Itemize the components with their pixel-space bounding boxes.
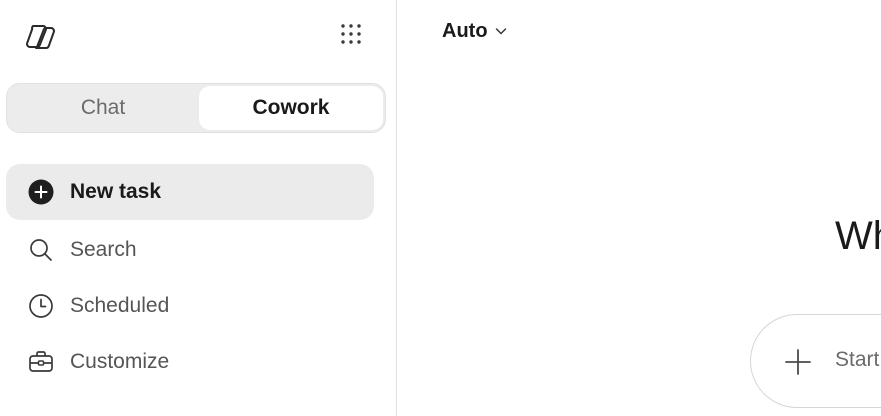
model-selector[interactable]: Auto (442, 16, 508, 46)
new-task-label: New task (70, 180, 162, 203)
app-grid-button[interactable] (336, 19, 370, 53)
sidebar-item-label: Scheduled (70, 294, 170, 317)
plus-circle-icon (27, 178, 55, 206)
sidebar-item-label: Customize (70, 350, 170, 373)
composer-box[interactable]: Start (750, 314, 881, 408)
tab-cowork[interactable]: Cowork (199, 86, 383, 130)
greeting-heading: Wh (835, 214, 881, 258)
sidebar-item-search[interactable]: Search (6, 222, 374, 278)
sidebar-item-label: Search (70, 238, 137, 261)
plus-icon (785, 349, 811, 375)
sidebar: Chat Cowork New task Search Scheduled Cu… (0, 0, 397, 416)
add-attachment-button[interactable] (781, 345, 815, 379)
search-icon (27, 236, 55, 264)
sidebar-item-scheduled[interactable]: Scheduled (6, 278, 374, 334)
model-selector-label: Auto (442, 19, 488, 42)
app-window: Chat Cowork New task Search Scheduled Cu… (0, 0, 881, 416)
main-panel: Auto Wh Start (397, 0, 881, 416)
chevron-down-icon (495, 28, 506, 35)
copilot-logo-icon[interactable] (24, 20, 58, 54)
sidebar-item-customize[interactable]: Customize (6, 334, 374, 390)
composer-input[interactable]: Start (835, 348, 879, 372)
tab-chat[interactable]: Chat (9, 86, 197, 130)
mode-segmented-control: Chat Cowork (6, 83, 386, 133)
clock-icon (27, 292, 55, 320)
briefcase-icon (27, 348, 55, 376)
new-task-button[interactable]: New task (6, 164, 374, 220)
app-grid-icon (341, 24, 361, 44)
